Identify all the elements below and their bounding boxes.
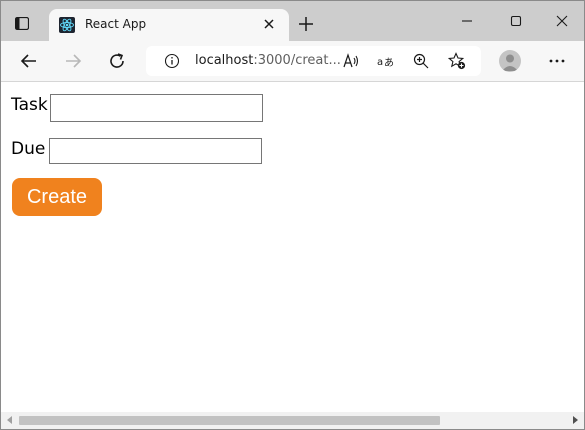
due-label: Due	[11, 139, 46, 159]
plus-icon[interactable]	[298, 16, 314, 32]
create-button[interactable]: Create	[12, 178, 102, 216]
more-icon[interactable]	[547, 51, 567, 71]
translate-icon[interactable]: a あ	[377, 52, 395, 70]
zoom-in-icon[interactable]	[412, 52, 430, 70]
due-input[interactable]	[49, 138, 262, 164]
url-path: :3000/creat...	[253, 53, 341, 68]
tab-actions-icon[interactable]	[15, 17, 29, 30]
tab-strip: React App	[1, 1, 584, 41]
active-tab[interactable]: React App	[49, 9, 289, 41]
scroll-left-icon[interactable]	[7, 416, 12, 424]
close-icon[interactable]	[263, 18, 275, 30]
page-content: Task Due Create	[1, 82, 584, 412]
minimize-icon[interactable]	[459, 13, 475, 29]
url-text[interactable]: localhost:3000/creat...	[195, 53, 341, 68]
svg-text:a: a	[377, 57, 383, 68]
maximize-icon[interactable]	[508, 13, 524, 29]
refresh-icon[interactable]	[107, 51, 127, 71]
address-bar[interactable]: localhost:3000/creat... a あ	[146, 46, 481, 76]
info-icon[interactable]	[164, 53, 180, 69]
svg-text:あ: あ	[384, 57, 394, 69]
task-label: Task	[11, 95, 48, 115]
horizontal-scrollbar[interactable]	[1, 412, 584, 429]
arrow-right-icon[interactable]	[63, 51, 83, 71]
task-input[interactable]	[50, 94, 263, 122]
scrollbar-thumb[interactable]	[19, 416, 440, 425]
profile-icon[interactable]	[499, 50, 521, 72]
tab-title: React App	[85, 17, 147, 31]
star-add-icon[interactable]	[448, 52, 466, 70]
due-row: Due	[11, 138, 271, 166]
browser-toolbar: localhost:3000/creat... a あ	[1, 41, 584, 82]
url-host: localhost	[195, 53, 254, 68]
arrow-left-icon[interactable]	[19, 51, 39, 71]
close-window-icon[interactable]	[554, 13, 570, 29]
browser-window: React App localhost:3000/creat... a あ Ta…	[0, 0, 585, 430]
read-aloud-icon[interactable]	[342, 52, 360, 70]
scroll-right-icon[interactable]	[573, 416, 578, 424]
task-row: Task	[11, 94, 271, 122]
react-icon	[59, 17, 75, 33]
